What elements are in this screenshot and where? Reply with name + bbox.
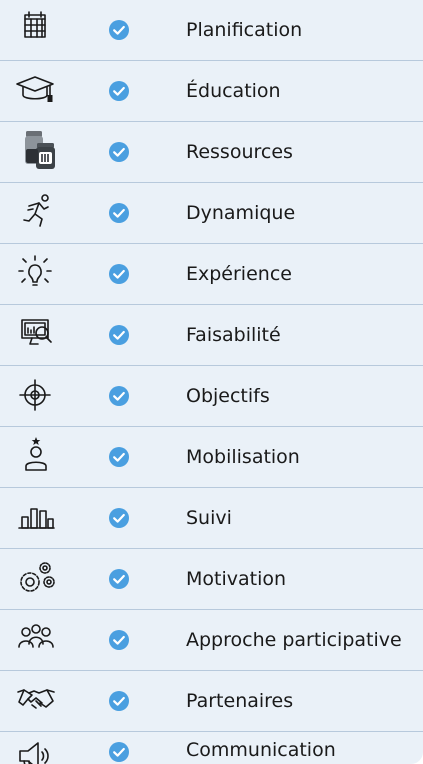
group-icon <box>14 619 60 659</box>
check-circle-icon <box>108 629 130 651</box>
item-label: Mobilisation <box>186 446 300 468</box>
list-item: Dynamique <box>0 183 423 244</box>
check-circle-icon <box>108 324 130 346</box>
item-label: Planification <box>186 19 303 41</box>
list-item: Mobilisation <box>0 427 423 488</box>
list-item: Approche participative <box>0 610 423 671</box>
list-item: Ressources <box>0 122 423 183</box>
megaphone-icon <box>14 738 60 764</box>
monitor-search-icon <box>14 314 60 354</box>
item-label: Éducation <box>186 80 281 102</box>
check-circle-icon <box>108 507 130 529</box>
check-circle-icon <box>108 446 130 468</box>
runner-icon <box>14 192 60 232</box>
item-label: Ressources <box>186 141 293 163</box>
item-label: Expérience <box>186 263 292 285</box>
list-item: Planification <box>0 0 423 61</box>
list-item: Communication <box>0 732 423 764</box>
item-label: Dynamique <box>186 202 296 224</box>
list-item: Motivation <box>0 549 423 610</box>
list-item: Éducation <box>0 61 423 122</box>
item-label: Suivi <box>186 507 232 529</box>
check-circle-icon <box>108 80 130 102</box>
check-circle-icon <box>108 568 130 590</box>
list-item: Suivi <box>0 488 423 549</box>
check-circle-icon <box>108 19 130 41</box>
list-item: Faisabilité <box>0 305 423 366</box>
jars-icon <box>14 131 60 171</box>
person-star-icon <box>14 436 60 476</box>
check-circle-icon <box>108 263 130 285</box>
item-label: Objectifs <box>186 385 270 407</box>
check-circle-icon <box>108 385 130 407</box>
list-item: Partenaires <box>0 671 423 732</box>
item-label: Approche participative <box>186 629 402 651</box>
gears-icon <box>14 558 60 598</box>
check-circle-icon <box>108 141 130 163</box>
item-label: Communication <box>186 739 336 761</box>
list-item: Expérience <box>0 244 423 305</box>
handshake-icon <box>14 680 60 720</box>
item-label: Faisabilité <box>186 324 281 346</box>
lightbulb-icon <box>14 253 60 293</box>
calendar-icon <box>14 9 60 49</box>
target-icon <box>14 375 60 415</box>
item-label: Partenaires <box>186 690 294 712</box>
item-label: Motivation <box>186 568 287 590</box>
bar-chart-icon <box>14 497 60 537</box>
checklist-panel: Planification Éducation Ressources Dynam… <box>0 0 423 764</box>
graduation-cap-icon <box>14 70 60 110</box>
list-item: Objectifs <box>0 366 423 427</box>
check-circle-icon <box>108 741 130 763</box>
check-circle-icon <box>108 690 130 712</box>
check-circle-icon <box>108 202 130 224</box>
